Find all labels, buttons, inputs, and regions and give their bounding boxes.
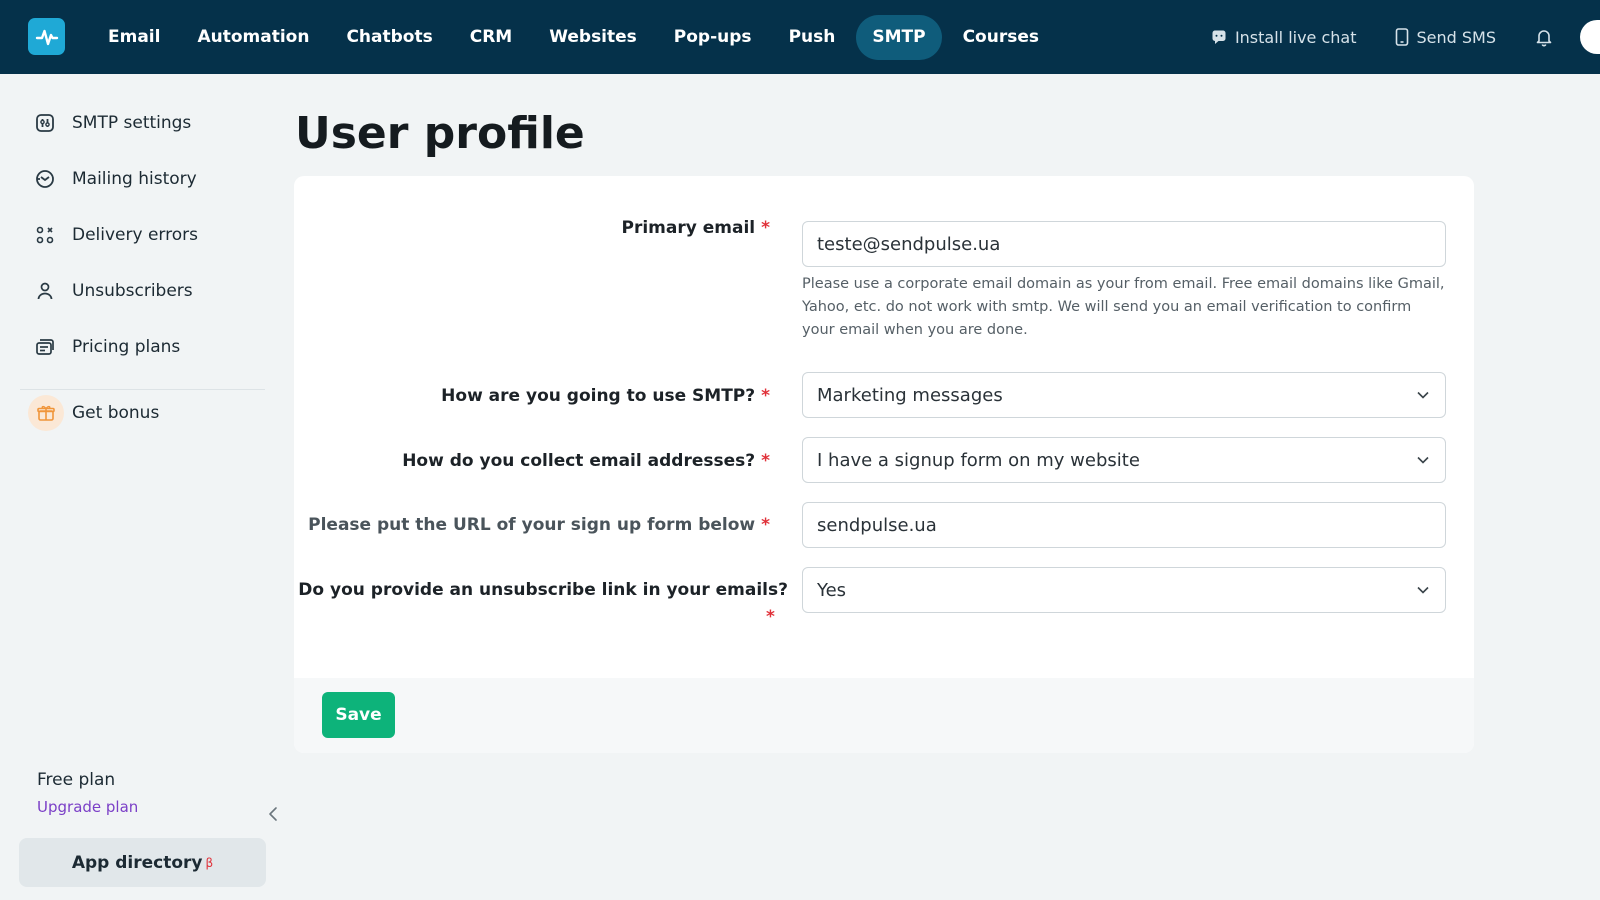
required-mark: *: [761, 451, 770, 471]
unsubscribe-link-select[interactable]: Yes: [802, 567, 1446, 613]
install-live-chat-link[interactable]: Install live chat: [1211, 28, 1357, 47]
collect-addresses-select[interactable]: I have a signup form on my website: [802, 437, 1446, 483]
sidebar-divider: [20, 389, 265, 390]
nav-push[interactable]: Push: [773, 15, 852, 60]
smtp-settings-icon: [34, 112, 56, 134]
chat-icon: [1212, 30, 1226, 44]
beta-badge: β: [205, 855, 214, 870]
sidebar-item-label: Pricing plans: [72, 337, 181, 357]
sendpulse-logo-icon[interactable]: [28, 18, 65, 55]
pricing-plans-icon: [34, 336, 56, 358]
sidebar-item-label: SMTP settings: [72, 113, 192, 133]
sidebar-item-unsubscribers[interactable]: Unsubscribers: [34, 280, 193, 302]
upgrade-plan-link[interactable]: Upgrade plan: [37, 798, 138, 816]
chevron-down-icon: [1417, 583, 1431, 597]
mailing-history-icon: [34, 168, 56, 190]
nav-crm[interactable]: CRM: [454, 15, 528, 60]
sidebar-item-label: Unsubscribers: [72, 281, 193, 301]
collect-addresses-label: How do you collect email addresses? *: [402, 451, 770, 471]
nav-chatbots[interactable]: Chatbots: [330, 15, 448, 60]
sidebar-item-label: Delivery errors: [72, 225, 198, 245]
sidebar: SMTP settings Mailing history Delivery e…: [0, 74, 280, 900]
nav-smtp[interactable]: SMTP: [856, 15, 942, 60]
collect-addresses-label-text: How do you collect email addresses?: [402, 451, 756, 471]
top-right-actions: Install live chat Send SMS: [1211, 0, 1600, 74]
nav-automation[interactable]: Automation: [181, 15, 325, 60]
top-navigation-bar: Email Automation Chatbots CRM Websites P…: [0, 0, 1600, 74]
nav-websites[interactable]: Websites: [533, 15, 653, 60]
profile-form-card: Primary email * teste@sendpulse.ua Please…: [294, 176, 1474, 753]
signup-url-label: Please put the URL of your sign up form …: [308, 515, 770, 535]
signup-url-label-text: Please put the URL of your sign up form …: [308, 515, 756, 535]
primary-email-value: teste@sendpulse.ua: [817, 233, 1001, 255]
chevron-down-icon: [1417, 453, 1431, 467]
signup-url-input[interactable]: sendpulse.ua: [802, 502, 1446, 548]
send-sms-link[interactable]: Send SMS: [1395, 27, 1497, 47]
smtp-usage-select[interactable]: Marketing messages: [802, 372, 1446, 418]
unsubscribe-link-label-text: Do you provide an unsubscribe link in yo…: [298, 580, 788, 600]
smtp-usage-label-text: How are you going to use SMTP?: [441, 386, 756, 406]
unsubscribe-link-label: Do you provide an unsubscribe link in yo…: [298, 580, 788, 600]
collapse-sidebar-icon[interactable]: [268, 806, 278, 826]
primary-email-input[interactable]: teste@sendpulse.ua: [802, 221, 1446, 267]
sidebar-item-get-bonus[interactable]: Get bonus: [28, 395, 160, 431]
sidebar-item-smtp-settings[interactable]: SMTP settings: [34, 112, 191, 134]
form-footer: [294, 678, 1474, 753]
smtp-usage-label: How are you going to use SMTP? *: [441, 386, 770, 406]
bell-icon[interactable]: [1534, 27, 1554, 47]
gift-icon: [28, 395, 64, 431]
signup-url-value: sendpulse.ua: [817, 514, 937, 536]
chevron-down-icon: [1417, 388, 1431, 402]
current-plan-label: Free plan: [37, 770, 116, 790]
send-sms-label: Send SMS: [1416, 27, 1497, 47]
phone-icon: [1395, 28, 1408, 46]
nav-courses[interactable]: Courses: [947, 15, 1055, 60]
install-live-chat-label: Install live chat: [1234, 27, 1357, 47]
required-mark: *: [761, 386, 770, 406]
smtp-usage-value: Marketing messages: [817, 384, 1003, 406]
required-mark: *: [761, 218, 770, 238]
sidebar-item-label: Mailing history: [72, 169, 197, 189]
app-directory-button[interactable]: App directory β: [19, 838, 266, 887]
required-mark: *: [761, 515, 770, 535]
primary-email-label-text: Primary email: [621, 218, 756, 238]
required-mark: *: [766, 607, 775, 627]
primary-email-hint: Please use a corporate email domain as y…: [802, 276, 1445, 338]
app-directory-label: App directory: [71, 852, 203, 873]
sidebar-item-mailing-history[interactable]: Mailing history: [34, 168, 197, 190]
sidebar-item-pricing-plans[interactable]: Pricing plans: [34, 336, 180, 358]
main-nav: Email Automation Chatbots CRM Websites P…: [92, 15, 1060, 60]
save-button[interactable]: Save: [322, 692, 395, 738]
primary-email-label: Primary email *: [622, 218, 771, 238]
nav-email[interactable]: Email: [92, 15, 176, 60]
unsubscribers-icon: [34, 280, 56, 302]
unsubscribe-link-value: Yes: [817, 579, 847, 601]
avatar[interactable]: [1580, 20, 1600, 54]
page-title: User profile: [295, 108, 585, 159]
collect-addresses-value: I have a signup form on my website: [817, 449, 1140, 471]
nav-popups[interactable]: Pop-ups: [658, 15, 768, 60]
sidebar-item-delivery-errors[interactable]: Delivery errors: [34, 224, 198, 246]
delivery-errors-icon: [34, 224, 56, 246]
sidebar-item-label: Get bonus: [72, 403, 160, 423]
